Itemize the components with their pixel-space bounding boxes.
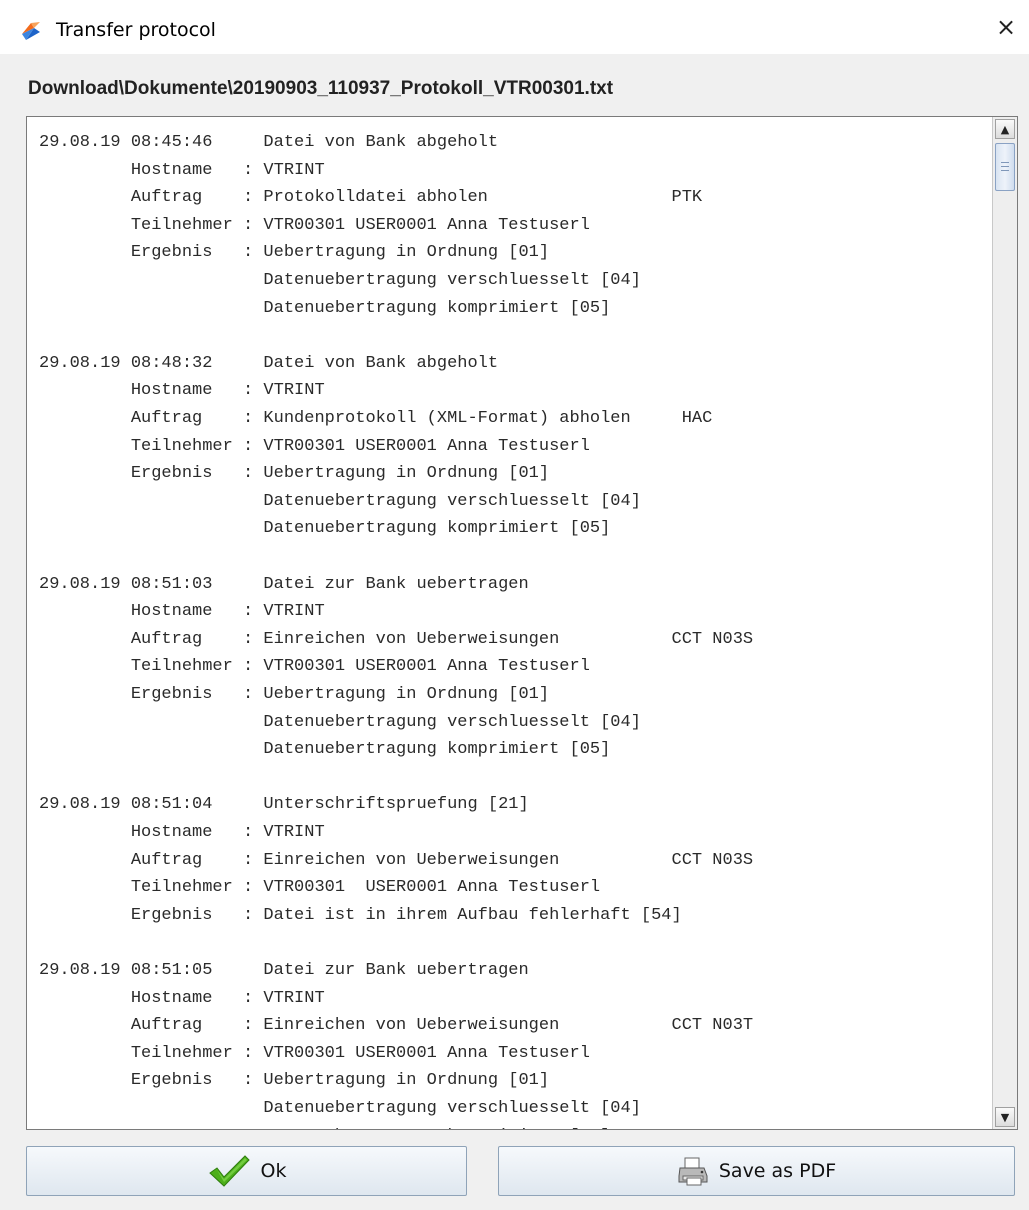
log-line: Hostname : VTRINT xyxy=(39,602,325,622)
close-button[interactable]: × xyxy=(993,13,1019,41)
log-line: 29.08.19 08:51:05 Datei zur Bank uebertr… xyxy=(39,961,529,980)
log-line: Auftrag : Protokolldatei abholen PTK xyxy=(39,188,703,208)
log-line: Teilnehmer : VTR00301 USER0001 Anna Test… xyxy=(39,657,590,677)
log-line: 29.08.19 08:45:46 Datei von Bank abgehol… xyxy=(39,133,499,152)
log-line: Auftrag : Einreichen von Ueberweisungen … xyxy=(39,850,754,870)
log-line: Datenuebertragung komprimiert [05] xyxy=(39,1123,753,1129)
log-line: Datenuebertragung komprimiert [05] xyxy=(39,740,611,760)
protocol-log-content: 29.08.19 08:45:46 Datei von Bank abgehol… xyxy=(27,117,987,1129)
log-line: Ergebnis : Uebertragung in Ordnung [01] xyxy=(39,243,550,263)
checkmark-icon xyxy=(207,1153,251,1189)
log-line: Datenuebertragung komprimiert [05] xyxy=(39,298,611,318)
window-title: Transfer protocol xyxy=(56,19,216,41)
log-line: Hostname : VTRINT xyxy=(39,381,325,401)
grip-line xyxy=(1001,170,1009,171)
ok-button[interactable]: Ok xyxy=(26,1146,467,1196)
log-line: Ergebnis : Uebertragung in Ordnung [01] xyxy=(39,464,550,484)
log-line: Hostname : VTRINT xyxy=(39,988,325,1008)
scrollbar-thumb[interactable] xyxy=(995,143,1015,191)
log-line: Ergebnis : Datei ist in ihrem Aufbau feh… xyxy=(39,905,682,925)
scroll-up-button[interactable]: ▲ xyxy=(995,119,1015,139)
log-line: Datenuebertragung verschluesselt [04] xyxy=(39,270,641,290)
vertical-scrollbar[interactable]: ▲ ▼ xyxy=(992,117,1017,1129)
save-as-pdf-button[interactable]: Save as PDF xyxy=(498,1146,1015,1196)
ok-button-label: Ok xyxy=(260,1160,287,1182)
log-entry: 29.08.19 08:48:32 Datei von Bank abgehol… xyxy=(39,350,712,543)
log-line: 29.08.19 08:51:04 Unterschriftspruefung … xyxy=(39,795,529,815)
log-line: 29.08.19 08:48:32 Datei von Bank abgehol… xyxy=(39,353,499,373)
printer-icon xyxy=(677,1156,709,1186)
save-as-pdf-label: Save as PDF xyxy=(718,1160,837,1182)
file-path-label: Download\Dokumente\20190903_110937_Proto… xyxy=(28,78,614,99)
log-line: Datenuebertragung komprimiert [05] xyxy=(39,519,611,539)
log-line: Hostname : VTRINT xyxy=(39,822,325,842)
grip-line xyxy=(1001,166,1009,167)
log-line: 29.08.19 08:51:03 Datei zur Bank uebertr… xyxy=(39,574,529,594)
log-line: Datenuebertragung verschluesselt [04] xyxy=(39,712,641,732)
arrow-up-icon: ▲ xyxy=(1000,122,1010,136)
log-line: Teilnehmer : VTR00301 USER0001 Anna Test… xyxy=(39,878,601,898)
log-line: Auftrag : Kundenprotokoll (XML-Format) a… xyxy=(39,408,713,428)
close-icon: × xyxy=(995,13,1017,41)
grip-line xyxy=(1001,162,1009,163)
log-line: Ergebnis : Uebertragung in Ordnung [01] xyxy=(39,1071,550,1091)
arrow-down-icon: ▼ xyxy=(1000,1110,1010,1124)
log-line: Hostname : VTRINT xyxy=(39,160,325,180)
log-line: Datenuebertragung verschluesselt [04] xyxy=(39,1098,641,1118)
log-line: Teilnehmer : VTR00301 USER0001 Anna Test… xyxy=(39,215,590,235)
title-bar: Transfer protocol × xyxy=(0,0,1029,54)
log-entry: 29.08.19 08:51:03 Datei zur Bank uebertr… xyxy=(39,571,753,764)
log-line: Ergebnis : Uebertragung in Ordnung [01] xyxy=(39,684,550,704)
app-logo-icon xyxy=(20,20,42,42)
log-line: Datenuebertragung verschluesselt [04] xyxy=(39,491,641,511)
protocol-log-area[interactable]: 29.08.19 08:45:46 Datei von Bank abgehol… xyxy=(26,116,1018,1130)
transfer-protocol-dialog: Transfer protocol × Download\Dokumente\2… xyxy=(0,0,1029,1210)
log-entry: 29.08.19 08:45:46 Datei von Bank abgehol… xyxy=(39,129,702,322)
log-entry: 29.08.19 08:51:05 Datei zur Bank uebertr… xyxy=(39,957,753,1129)
log-line: Auftrag : Einreichen von Ueberweisungen … xyxy=(39,1016,754,1036)
log-line: Teilnehmer : VTR00301 USER0001 Anna Test… xyxy=(39,436,590,456)
log-entry: 29.08.19 08:51:04 Unterschriftspruefung … xyxy=(39,791,753,929)
log-line: Auftrag : Einreichen von Ueberweisungen … xyxy=(39,629,754,649)
scroll-down-button[interactable]: ▼ xyxy=(995,1107,1015,1127)
log-line: Teilnehmer : VTR00301 USER0001 Anna Test… xyxy=(39,1043,590,1063)
